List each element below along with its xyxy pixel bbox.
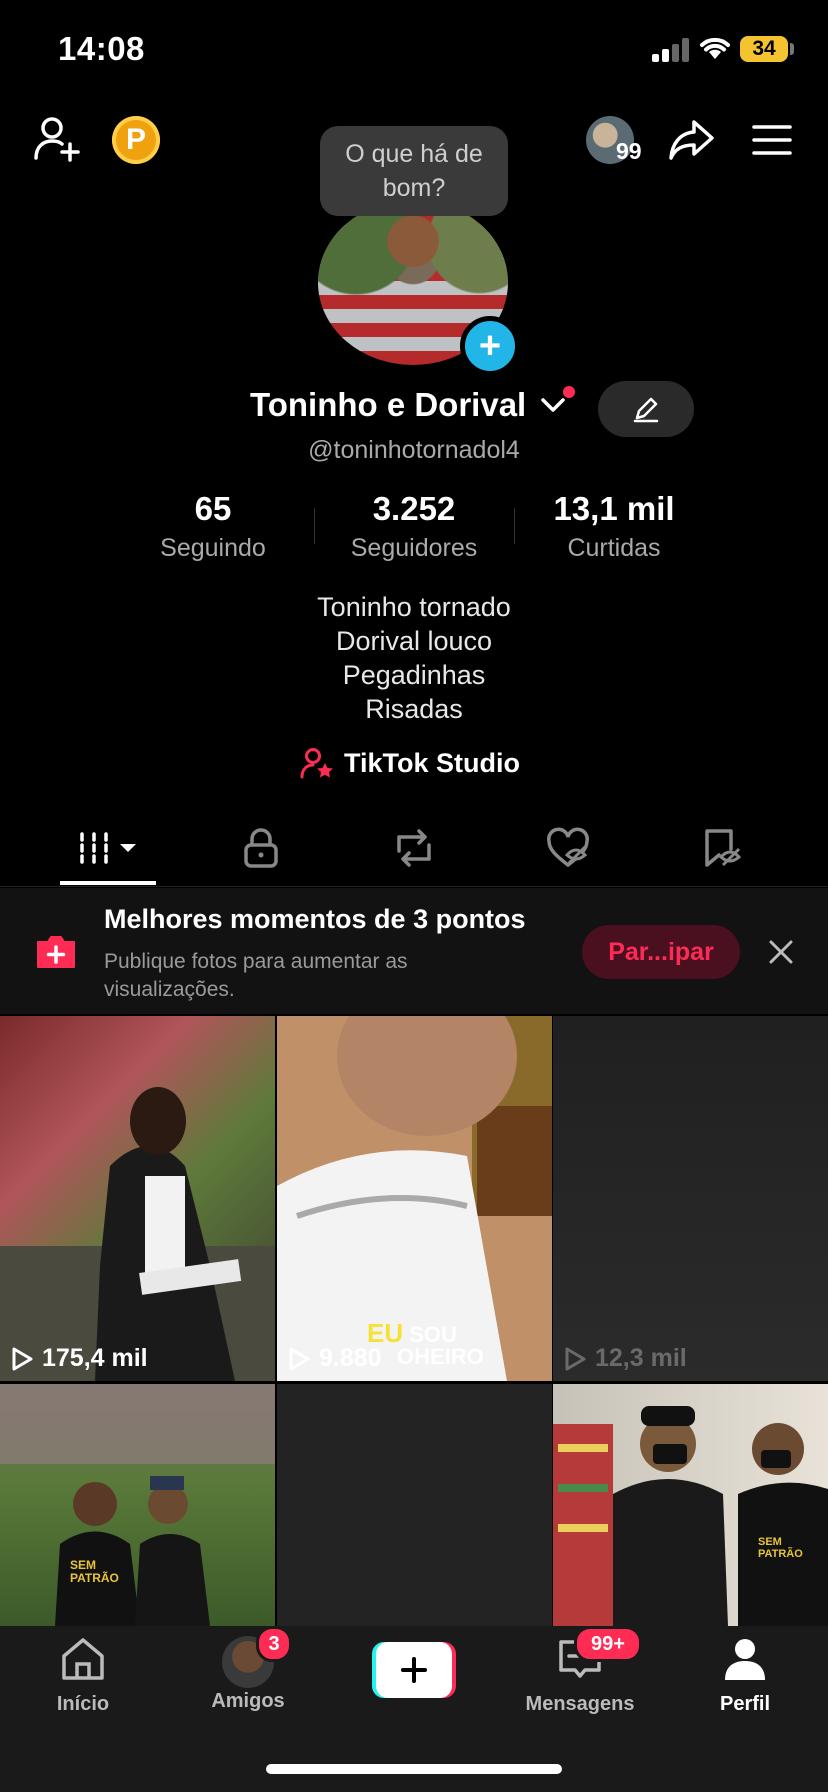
video-thumbnail[interactable]: 175,4 mil [0,1016,275,1381]
profile-name[interactable]: Toninho e Dorival [250,386,526,424]
tiktok-studio-label: TikTok Studio [344,747,521,778]
notification-dot [563,386,575,398]
play-icon [565,1347,586,1370]
pencil-icon [633,397,659,423]
lock-icon [244,828,278,868]
stat-following[interactable]: 65 Seguindo [113,490,313,563]
stat-followers[interactable]: 3.252 Seguidores [314,490,514,563]
friends-badge: 3 [256,1626,292,1662]
nav-home[interactable]: Início [13,1636,153,1716]
profile-tabs [0,810,828,887]
stat-value: 3.252 [372,490,456,527]
view-count-label: 9.880 [319,1344,382,1372]
menu-icon[interactable] [752,124,792,156]
video-scene [553,1406,828,1626]
hidden-bookmark-icon [705,829,742,867]
nav-profile[interactable]: Perfil [675,1636,815,1716]
shirt-text: SEM PATRÃO [70,1558,119,1585]
home-icon [62,1638,104,1680]
nav-label: Mensagens [525,1693,635,1715]
battery-indicator: 34 [740,36,788,62]
repost-icon [397,829,431,867]
view-count-label: 12,3 mil [595,1344,687,1372]
video-scene [0,1087,275,1381]
status-time: 14:08 [58,30,145,67]
nav-friends[interactable]: Amigos [178,1636,318,1713]
tab-liked[interactable] [518,810,618,886]
stat-value: 65 [194,490,232,527]
view-count: 9.880 [287,1344,382,1373]
profile-icon [725,1639,765,1680]
participate-button[interactable]: Par...ipar [582,925,740,979]
video-thumbnail[interactable]: SEM PATRÃO [0,1384,275,1626]
view-count: 12,3 mil [563,1344,687,1373]
photo-plus-icon [37,936,75,968]
hidden-heart-icon [547,827,589,868]
home-indicator[interactable] [266,1764,562,1774]
view-count-label: 175,4 mil [42,1344,148,1372]
cellular-signal-icon [652,38,692,62]
close-icon[interactable] [764,935,798,969]
profile-handle: @toninhotornadol4 [308,436,520,464]
grid-filter-icon [80,832,136,864]
view-count: 175,4 mil [10,1344,148,1373]
stat-value: 13,1 mil [553,490,675,527]
video-thumbnail[interactable]: SEM PATRÃO [553,1384,828,1626]
add-story-plus-icon[interactable]: + [460,316,520,376]
video-thumbnail[interactable]: 12,3 mil [553,1016,828,1381]
creator-star-icon [300,748,333,779]
video-thumbnail[interactable]: EU SOU OHEIRO 9.880 [277,1016,552,1381]
stat-label: Curtidas [567,534,661,562]
profile-bio: Toninho tornado Dorival louco Pegadinhas… [0,590,828,726]
status-tooltip[interactable]: O que há de bom? [320,126,508,216]
nav-label: Amigos [211,1690,285,1712]
active-tab-indicator [60,881,156,885]
caption-word: OHEIRO [397,1344,484,1369]
nav-label: Perfil [719,1693,771,1715]
chevron-down-icon[interactable] [540,394,566,416]
edit-profile-button[interactable] [598,381,694,437]
video-thumbnail[interactable] [277,1384,552,1626]
play-icon [289,1347,310,1370]
tab-videos[interactable] [58,810,158,886]
tab-saved[interactable] [672,810,772,886]
notification-count: 99 [616,138,642,164]
tiktok-studio-link[interactable]: TikTok Studio [300,747,520,779]
add-friend-icon[interactable] [32,114,82,164]
nav-label: Início [56,1693,110,1715]
bio-line: Risadas [365,694,463,724]
stat-label: Seguidores [350,534,478,562]
tab-reposts[interactable] [364,810,464,886]
wifi-icon [700,37,730,59]
bio-line: Dorival louco [335,626,493,656]
coin-icon[interactable]: P [112,116,160,164]
stat-likes[interactable]: 13,1 mil Curtidas [514,490,714,563]
create-button[interactable] [372,1642,456,1698]
banner-title: Melhores momentos de 3 pontos [104,904,526,934]
tab-private[interactable] [211,810,311,886]
messages-badge: 99+ [574,1626,642,1662]
battery-tip [790,43,794,55]
play-icon [12,1347,33,1370]
shirt-text: SEM PATRÃO [758,1536,803,1560]
stat-label: Seguindo [160,534,266,562]
bio-line: Pegadinhas [342,660,486,690]
share-icon[interactable] [668,118,716,162]
plus-icon [401,1657,427,1683]
create-button-face [376,1642,452,1698]
video-caption: EU SOU OHEIRO [367,1320,484,1369]
video-scene [0,1384,275,1626]
bio-line: Toninho tornado [317,592,511,622]
banner-subtitle: Publique fotos para aumentar as visualiz… [104,950,408,1001]
